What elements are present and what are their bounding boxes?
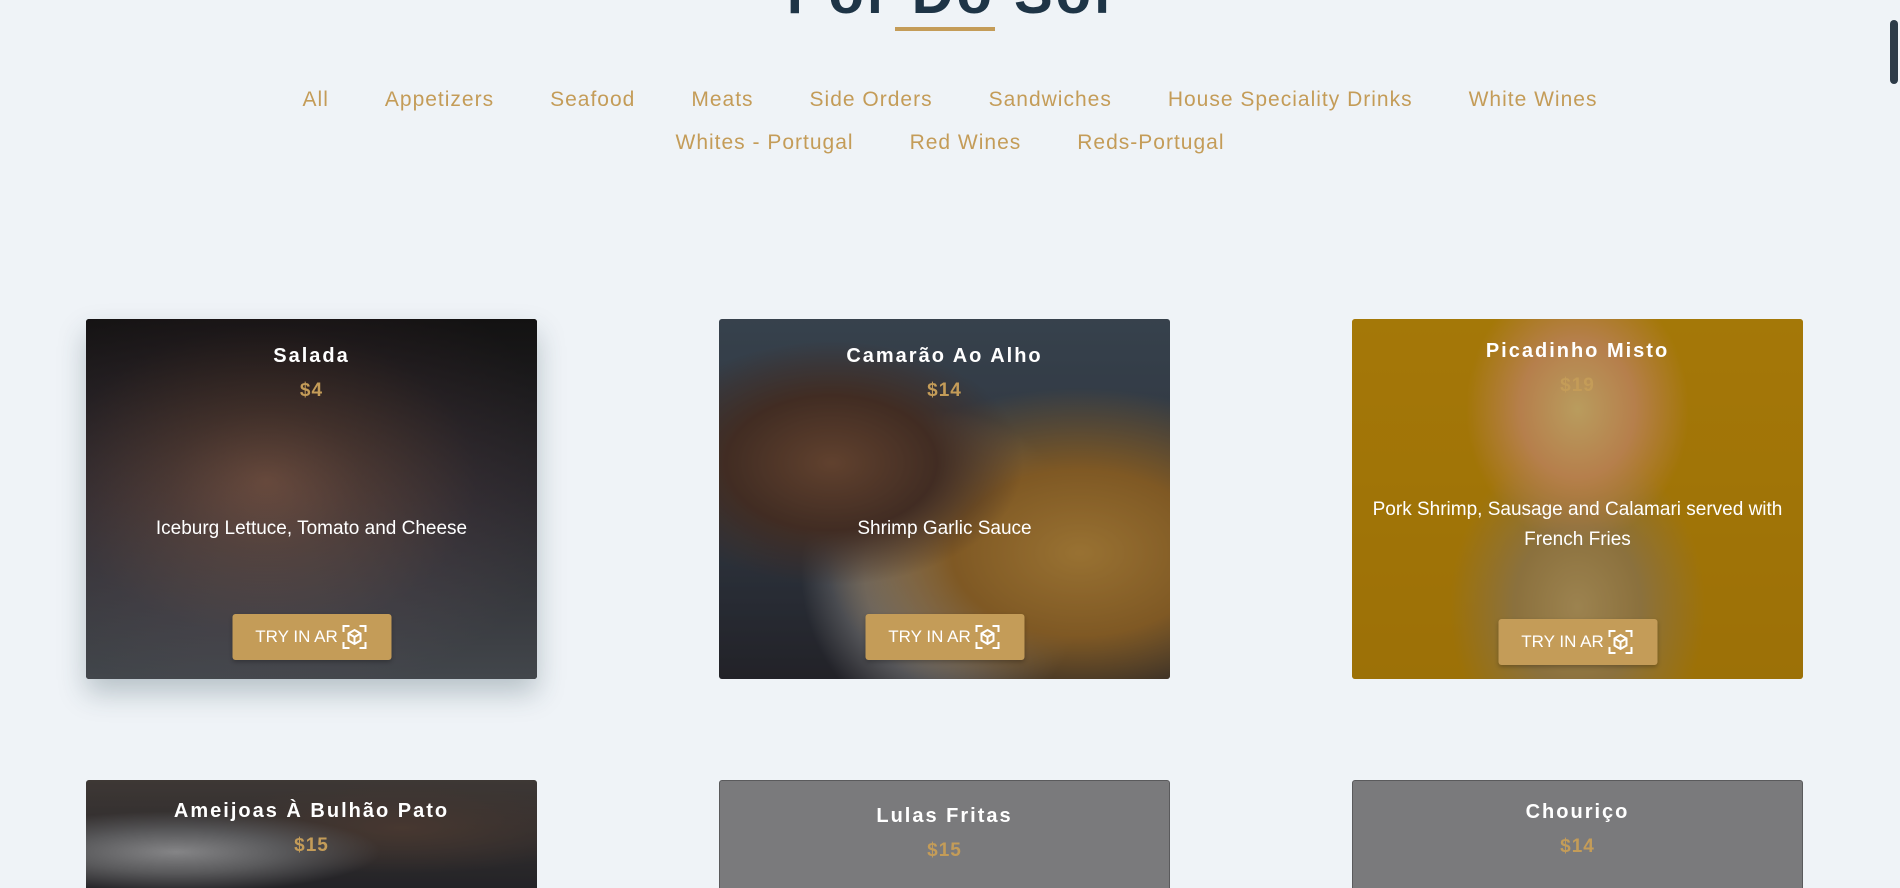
try-in-ar-button[interactable]: TRY IN AR [232, 614, 391, 660]
filter-meats[interactable]: Meats [663, 88, 781, 112]
card-title: Ameijoas À Bulhão Pato [173, 800, 450, 822]
card-title: Salada [273, 345, 350, 367]
menu-card-picadinho-misto[interactable]: Picadinho Misto $19 Pork Shrimp, Sausage… [1352, 319, 1803, 679]
filter-seafood[interactable]: Seafood [522, 88, 663, 112]
page-scrollbar[interactable] [1888, 0, 1900, 888]
title-underline [895, 27, 995, 31]
filter-house-speciality-drinks[interactable]: House Speciality Drinks [1140, 88, 1441, 112]
menu-card-salada[interactable]: Salada $4 Iceburg Lettuce, Tomato and Ch… [86, 319, 537, 679]
card-description: Pork Shrimp, Sausage and Calamari served… [1372, 499, 1783, 550]
filter-sandwiches[interactable]: Sandwiches [961, 88, 1140, 112]
filter-reds-portugal[interactable]: Reds-Portugal [1049, 131, 1252, 155]
filter-row-1: All Appetizers Seafood Meats Side Orders… [0, 78, 1900, 121]
card-price: $15 [927, 840, 962, 861]
card-description: Iceburg Lettuce, Tomato and Cheese [155, 518, 468, 539]
scrollbar-thumb[interactable] [1890, 20, 1898, 84]
card-title: Lulas Fritas [876, 805, 1013, 827]
filter-all[interactable]: All [275, 88, 357, 112]
card-price: $14 [927, 380, 962, 401]
filter-red-wines[interactable]: Red Wines [882, 131, 1050, 155]
menu-card-lulas-fritas[interactable]: Lulas Fritas $15 [719, 780, 1170, 888]
card-price: $4 [299, 380, 324, 401]
filter-row-2: Whites - Portugal Red Wines Reds-Portuga… [0, 121, 1900, 164]
try-in-ar-button[interactable]: TRY IN AR [1498, 619, 1657, 665]
menu-card-camarao-ao-alho[interactable]: Camarão Ao Alho $14 Shrimp Garlic Sauce … [719, 319, 1170, 679]
card-title: Camarão Ao Alho [846, 345, 1043, 367]
category-filters: All Appetizers Seafood Meats Side Orders… [0, 78, 1900, 164]
card-description: Shrimp Garlic Sauce [857, 518, 1032, 539]
ar-cube-icon [342, 624, 368, 650]
ar-cube-icon [975, 624, 1001, 650]
page-title: Pôr Do Sol [0, 0, 1900, 27]
card-title: Chouriço [1525, 801, 1630, 823]
menu-card-chourico[interactable]: Chouriço $14 [1352, 780, 1803, 888]
card-price: $15 [294, 835, 329, 856]
filter-side-orders[interactable]: Side Orders [782, 88, 961, 112]
card-price: $14 [1560, 836, 1595, 857]
menu-card-ameijoas[interactable]: Ameijoas À Bulhão Pato $15 [86, 780, 537, 888]
filter-whites-portugal[interactable]: Whites - Portugal [648, 131, 882, 155]
filter-white-wines[interactable]: White Wines [1441, 88, 1626, 112]
try-in-ar-button[interactable]: TRY IN AR [865, 614, 1024, 660]
ar-cube-icon [1608, 629, 1634, 655]
filter-appetizers[interactable]: Appetizers [357, 88, 522, 112]
card-title: Picadinho Misto [1485, 340, 1670, 362]
card-price: $19 [1560, 375, 1595, 396]
